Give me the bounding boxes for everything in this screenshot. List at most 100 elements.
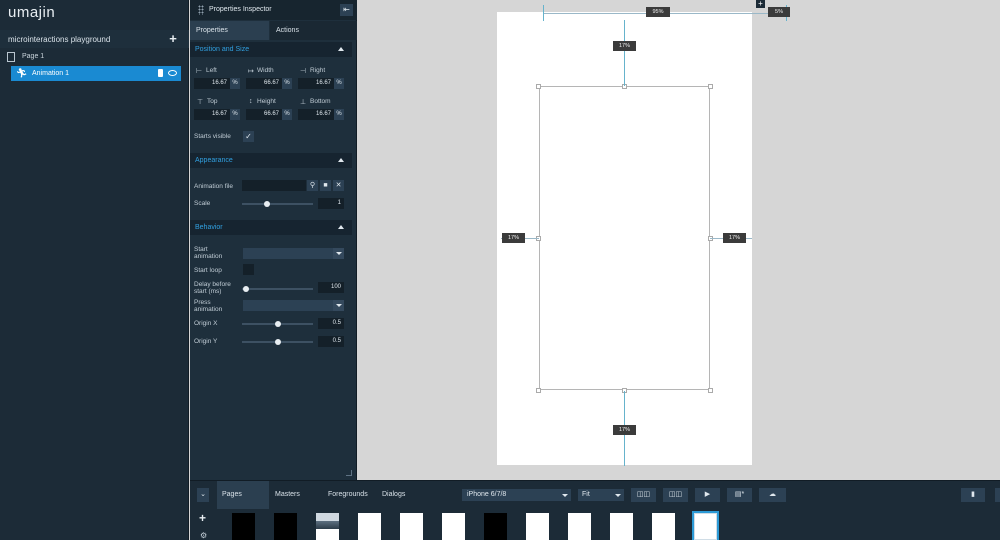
new-page-icon[interactable]: ▮: [961, 488, 985, 502]
top-margin-tag: 17%: [613, 41, 636, 51]
scale-slider-knob[interactable]: [264, 201, 270, 207]
height-label: Height: [257, 98, 276, 105]
fit-height-icon[interactable]: ◫◫: [663, 488, 688, 502]
page-thumbnail[interactable]: [358, 513, 381, 540]
height-unit-button[interactable]: %: [282, 109, 292, 120]
page-thumbnail[interactable]: [442, 513, 465, 540]
scale-input[interactable]: 1: [318, 198, 344, 209]
device-select-value: iPhone 6/7/8: [467, 491, 507, 498]
selected-element[interactable]: [539, 86, 710, 390]
width-label: Width: [257, 67, 274, 74]
tab-masters[interactable]: Masters: [270, 481, 305, 510]
animation-file-input[interactable]: [242, 180, 306, 191]
tree-item-animation[interactable]: 🏃︎ Animation 1: [11, 66, 181, 81]
section-position-size[interactable]: Position and Size: [190, 42, 352, 57]
page-thumbnail-selected[interactable]: [694, 513, 717, 540]
page-thumbnail[interactable]: [484, 513, 507, 540]
animation-file-label: Animation file: [194, 183, 234, 190]
press-animation-dropdown[interactable]: [243, 300, 344, 311]
cloud-upload-icon[interactable]: ☁: [759, 488, 786, 502]
section-position-size-label: Position and Size: [195, 46, 250, 53]
section-behavior[interactable]: Behavior: [190, 220, 352, 235]
bottom-unit-button[interactable]: %: [334, 109, 344, 120]
left-input[interactable]: 16.67: [194, 78, 230, 89]
delay-slider-knob[interactable]: [243, 286, 249, 292]
clear-icon[interactable]: ✕: [333, 180, 344, 191]
zoom-select[interactable]: Fit: [578, 489, 624, 501]
collapse-caret-icon[interactable]: [338, 225, 344, 229]
resize-grip-icon[interactable]: [346, 470, 352, 476]
add-page-icon[interactable]: +: [199, 511, 206, 525]
animation-run-icon: 🏃︎: [16, 68, 28, 78]
left-label: Left: [206, 67, 217, 74]
tab-foregrounds[interactable]: Foregrounds: [323, 481, 373, 510]
left-anchor-icon: ⊢: [196, 68, 203, 75]
tab-properties[interactable]: Properties: [190, 21, 269, 40]
page-thumbnail[interactable]: [316, 513, 339, 540]
section-appearance[interactable]: Appearance: [190, 153, 352, 168]
bottom-input[interactable]: 16.67: [298, 109, 334, 120]
resize-handle[interactable]: [536, 84, 541, 89]
delay-slider[interactable]: [242, 288, 313, 290]
collapse-caret-icon[interactable]: [338, 158, 344, 162]
page-thumbnail[interactable]: [568, 513, 591, 540]
page-thumbnail[interactable]: [232, 513, 255, 540]
search-icon[interactable]: ⚲: [307, 180, 318, 191]
origin-y-input[interactable]: 0.5: [318, 336, 344, 347]
save-icon[interactable]: ▤*: [727, 488, 752, 502]
top-anchor-icon: ⊤: [197, 99, 204, 106]
width-input[interactable]: 66.67: [246, 78, 282, 89]
origin-x-input[interactable]: 0.5: [318, 318, 344, 329]
section-appearance-label: Appearance: [195, 157, 233, 164]
drag-grip-icon[interactable]: [198, 5, 204, 15]
left-unit-button[interactable]: %: [230, 78, 240, 89]
tab-actions[interactable]: Actions: [270, 21, 357, 40]
folder-icon[interactable]: ■: [320, 180, 331, 191]
start-animation-dropdown[interactable]: [243, 248, 344, 259]
scale-slider[interactable]: [242, 203, 313, 205]
page-thumbnail[interactable]: [610, 513, 633, 540]
dock-icon[interactable]: ⇤: [340, 4, 353, 16]
right-unit-button[interactable]: %: [334, 78, 344, 89]
origin-y-slider-knob[interactable]: [275, 339, 281, 345]
starts-visible-checkbox[interactable]: ✓: [243, 131, 254, 142]
top-input[interactable]: 16.67: [194, 109, 230, 120]
page-thumbnail[interactable]: [400, 513, 423, 540]
width-percent-tag: 95%: [646, 7, 670, 17]
start-animation-label-line2: animation: [194, 253, 223, 260]
page-thumbnail[interactable]: [274, 513, 297, 540]
start-loop-checkbox[interactable]: [243, 264, 254, 275]
page-options-icon[interactable]: ⚙: [200, 531, 207, 540]
collapse-caret-icon[interactable]: [338, 47, 344, 51]
delay-input[interactable]: 100: [318, 282, 344, 293]
bottom-margin-tag: 17%: [613, 425, 636, 435]
play-icon[interactable]: ▶: [695, 488, 720, 502]
tree-item-page[interactable]: Page 1: [0, 50, 189, 64]
bottom-toolbar: ⌄ Pages Masters Foregrounds Dialogs iPho…: [190, 480, 1000, 510]
height-input[interactable]: 66.67: [246, 109, 282, 120]
resize-handle[interactable]: [536, 388, 541, 393]
page-thumbnail[interactable]: [652, 513, 675, 540]
fit-width-icon[interactable]: ◫◫: [631, 488, 656, 502]
page-thumbnail[interactable]: [526, 513, 549, 540]
origin-x-slider-knob[interactable]: [275, 321, 281, 327]
inspector-header[interactable]: Properties Inspector ⇤: [190, 0, 357, 20]
resize-handle[interactable]: [708, 84, 713, 89]
right-input[interactable]: 16.67: [298, 78, 334, 89]
resize-handle[interactable]: [708, 388, 713, 393]
eye-icon[interactable]: [168, 70, 177, 76]
chevron-down-icon: [333, 248, 344, 259]
add-icon[interactable]: +: [756, 0, 765, 8]
tab-pages[interactable]: Pages: [217, 481, 269, 510]
add-icon[interactable]: +: [167, 32, 179, 45]
left-margin-tag: 17%: [502, 233, 525, 243]
tree-item-animation-label: Animation 1: [32, 70, 69, 77]
top-unit-button[interactable]: %: [230, 109, 240, 120]
device-select[interactable]: iPhone 6/7/8: [462, 489, 571, 501]
collapse-down-icon[interactable]: ⌄: [197, 488, 209, 502]
project-row[interactable]: microinteractions playground +: [0, 30, 189, 48]
tab-dialogs[interactable]: Dialogs: [377, 481, 410, 510]
width-unit-button[interactable]: %: [282, 78, 292, 89]
more-icon[interactable]: [995, 488, 1000, 502]
trash-icon[interactable]: [158, 69, 163, 77]
